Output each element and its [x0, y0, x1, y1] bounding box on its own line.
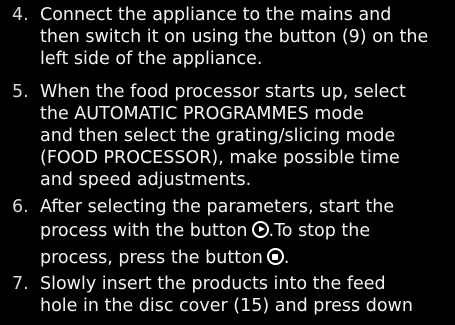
- step-text: After selecting the parameters, start th…: [40, 196, 455, 272]
- step-line: (FOOD PROCESSOR), make possible time: [40, 148, 400, 168]
- step-text: When the food processor starts up, selec…: [40, 81, 455, 191]
- step-line: the AUTOMATIC PROGRAMMES mode: [40, 104, 364, 124]
- step-line: and speed adjustments.: [40, 170, 252, 190]
- instruction-list: 4. Connect the appliance to the mains an…: [0, 0, 455, 325]
- step-number: 5.: [12, 82, 29, 102]
- step-line: After selecting the parameters, start th…: [40, 197, 395, 217]
- step-text-fragment: process, press the button: [40, 248, 263, 268]
- step-number: 6.: [12, 197, 29, 217]
- step-line: left side of the appliance.: [40, 49, 263, 69]
- step-text: Slowly insert the products into the feed…: [40, 273, 455, 317]
- step-number: 7.: [12, 274, 29, 294]
- step-line: process with the button .To stop the: [40, 218, 455, 245]
- step-text: Connect the appliance to the mains and t…: [40, 4, 455, 70]
- step-line: and then select the grating/slicing mode: [40, 126, 396, 146]
- step-line: hole in the disc cover (15) and press do…: [40, 296, 413, 316]
- step-line: Connect the appliance to the mains and: [40, 5, 392, 25]
- step-number: 4.: [12, 5, 29, 25]
- play-circle-icon: [251, 221, 269, 238]
- step-line: then switch it on using the button (9) o…: [40, 27, 429, 47]
- step-text-fragment: .To stop the: [268, 221, 371, 241]
- step-text-fragment: .: [283, 248, 290, 268]
- step-line: process, press the button.: [40, 245, 455, 272]
- step-line: When the food processor starts up, selec…: [40, 82, 406, 102]
- step-line: Slowly insert the products into the feed: [40, 274, 386, 294]
- stop-circle-icon: [266, 248, 284, 265]
- step-text-fragment: process with the button: [40, 221, 248, 241]
